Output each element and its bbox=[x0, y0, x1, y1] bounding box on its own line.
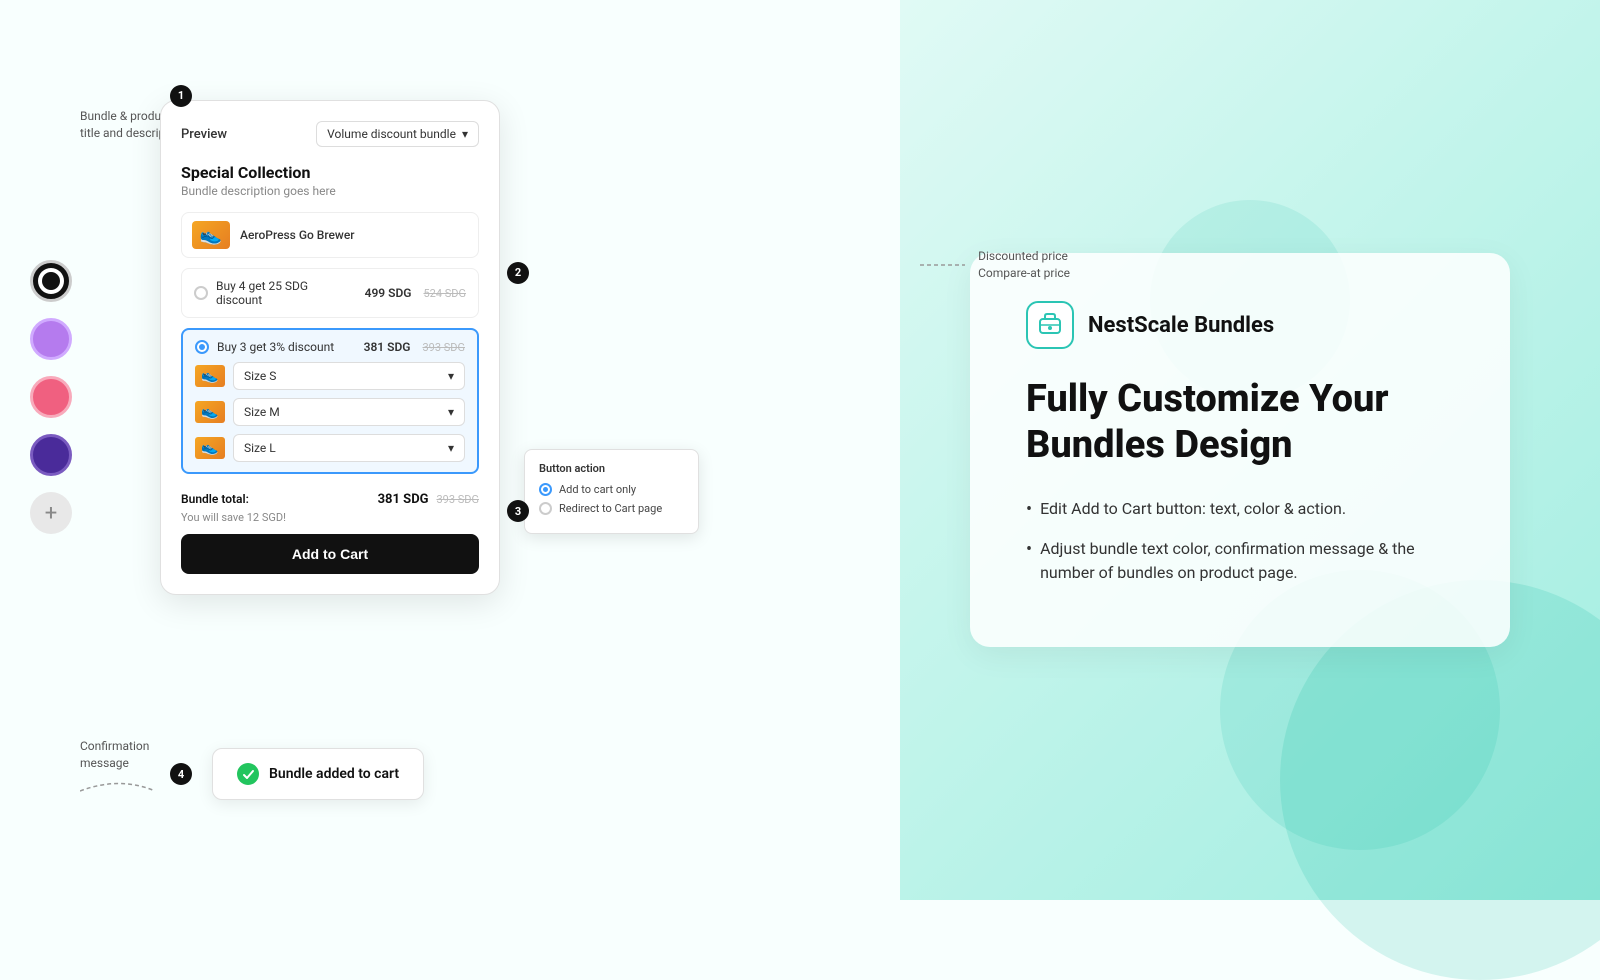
size-shoe-3: 👟 bbox=[195, 437, 225, 459]
bundle-total-price: 381 SDG bbox=[378, 492, 429, 507]
color-palette: + bbox=[30, 260, 72, 534]
add-color-button[interactable]: + bbox=[30, 492, 72, 534]
discount-option-1[interactable]: Buy 4 get 25 SDG discount 499 SDG 524 SD… bbox=[181, 268, 479, 318]
feature-list: Edit Add to Cart button: text, color & a… bbox=[1026, 497, 1454, 585]
preview-card: Preview Volume discount bundle ▾ Special… bbox=[160, 100, 500, 595]
annotation-4-label: Confirmationmessage bbox=[80, 738, 160, 810]
bundle-total-row: Bundle total: 381 SDG 393 SDG bbox=[181, 488, 479, 507]
info-card: NestScale Bundles Fully Customize Your B… bbox=[970, 253, 1510, 646]
feature-text-2: Adjust bundle text color, confirmation m… bbox=[1040, 537, 1454, 585]
left-section: + Bundle & producttitle and description … bbox=[0, 0, 880, 900]
chevron-down-icon-l: ▾ bbox=[448, 441, 454, 455]
size-label-1: Size S bbox=[244, 369, 276, 383]
button-action-popup: Button action Add to cart only Redirect … bbox=[524, 449, 699, 534]
preview-header: Preview Volume discount bundle ▾ bbox=[181, 121, 479, 147]
color-swatch-purple-dark[interactable] bbox=[30, 434, 72, 476]
popup-label-1: Add to cart only bbox=[559, 483, 636, 496]
preview-label: Preview bbox=[181, 127, 227, 142]
badge-1: 1 bbox=[170, 85, 192, 107]
size-shoe-1: 👟 bbox=[195, 365, 225, 387]
color-swatch-pink[interactable] bbox=[30, 376, 72, 418]
bundle-total-key: Bundle total: bbox=[181, 492, 249, 506]
size-dropdown-3[interactable]: Size L ▾ bbox=[233, 434, 465, 462]
feature-item-2: Adjust bundle text color, confirmation m… bbox=[1026, 537, 1454, 585]
discount-label-2: Buy 3 get 3% discount bbox=[217, 340, 356, 354]
size-row-2: 👟 Size M ▾ bbox=[195, 398, 465, 426]
color-swatch-black[interactable] bbox=[30, 260, 72, 302]
product-name: AeroPress Go Brewer bbox=[240, 228, 355, 242]
brand-row: NestScale Bundles bbox=[1026, 301, 1454, 349]
bundle-name: Special Collection bbox=[181, 163, 479, 182]
bundle-total-label: Bundle total: bbox=[181, 488, 249, 507]
confirmation-message: Bundle added to cart bbox=[212, 748, 424, 800]
size-row-1: 👟 Size S ▾ bbox=[195, 362, 465, 390]
bundle-total-prices: 381 SDG 393 SDG bbox=[378, 488, 479, 507]
badge-2: 2 bbox=[507, 262, 529, 284]
preview-area: 1 Preview Volume discount bundle ▾ Speci… bbox=[160, 100, 820, 595]
feature-item-1: Edit Add to Cart button: text, color & a… bbox=[1026, 497, 1454, 523]
chevron-down-icon: ▾ bbox=[462, 127, 468, 141]
price-original-2: 393 SDG bbox=[422, 341, 465, 354]
bundle-type-text: Volume discount bundle bbox=[327, 127, 456, 141]
popup-label-2: Redirect to Cart page bbox=[559, 502, 662, 515]
size-dropdown-2[interactable]: Size M ▾ bbox=[233, 398, 465, 426]
price-original-1: 524 SDG bbox=[423, 287, 466, 300]
popup-radio-2[interactable] bbox=[539, 502, 552, 515]
badge-4: 4 bbox=[170, 763, 192, 785]
popup-title: Button action bbox=[539, 462, 684, 475]
chevron-down-icon-m: ▾ bbox=[448, 405, 454, 419]
heading-line1: Fully Customize Your bbox=[1026, 377, 1389, 421]
popup-option-2[interactable]: Redirect to Cart page bbox=[539, 502, 684, 515]
annotation-badge-2-wrapper: 2 bbox=[507, 261, 529, 284]
annotation-4-line bbox=[80, 776, 160, 806]
product-image: 👟 bbox=[192, 221, 230, 249]
confirmation-text: Bundle added to cart bbox=[269, 766, 399, 782]
annotation-4-wrapper: Confirmationmessage 4 Bundle added to ca… bbox=[80, 738, 424, 810]
annotation-2-line bbox=[920, 255, 970, 275]
heading-line2: Bundles Design bbox=[1026, 423, 1293, 467]
badge-3: 3 bbox=[507, 500, 529, 522]
check-circle-icon bbox=[237, 763, 259, 785]
discount-option-2[interactable]: Buy 3 get 3% discount 381 SDG 393 SDG 👟 … bbox=[181, 328, 479, 474]
size-label-3: Size L bbox=[244, 441, 276, 455]
annotation-2-wrapper: Discounted priceCompare-at price bbox=[920, 248, 1070, 282]
size-row-3: 👟 Size L ▾ bbox=[195, 434, 465, 462]
feature-text-1: Edit Add to Cart button: text, color & a… bbox=[1040, 497, 1346, 521]
size-dropdown-1[interactable]: Size S ▾ bbox=[233, 362, 465, 390]
popup-radio-1[interactable] bbox=[539, 483, 552, 496]
annotation-2-label: Discounted priceCompare-at price bbox=[978, 248, 1070, 282]
price-current-1: 499 SDG bbox=[365, 286, 412, 300]
chevron-down-icon-s: ▾ bbox=[448, 369, 454, 383]
annotation-badge-1: 1 bbox=[170, 84, 192, 107]
price-current-2: 381 SDG bbox=[364, 340, 411, 354]
radio-option-1[interactable] bbox=[194, 286, 208, 300]
bundle-type-select[interactable]: Volume discount bundle ▾ bbox=[316, 121, 479, 147]
bundle-desc: Bundle description goes here bbox=[181, 184, 479, 198]
nestscale-logo-icon bbox=[1036, 311, 1064, 339]
checkmark-icon bbox=[242, 768, 255, 781]
size-shoe-2: 👟 bbox=[195, 401, 225, 423]
discount-label-1: Buy 4 get 25 SDG discount bbox=[216, 279, 357, 307]
radio-option-2[interactable] bbox=[195, 340, 209, 354]
info-heading: Fully Customize Your Bundles Design bbox=[1026, 377, 1454, 468]
annotation-badge-3-wrapper: 3 bbox=[507, 500, 529, 523]
right-section: NestScale Bundles Fully Customize Your B… bbox=[880, 0, 1600, 900]
size-label-2: Size M bbox=[244, 405, 280, 419]
save-text: You will save 12 SGD! bbox=[181, 511, 479, 524]
add-to-cart-button[interactable]: Add to Cart bbox=[181, 534, 479, 574]
brand-logo bbox=[1026, 301, 1074, 349]
color-swatch-purple-light[interactable] bbox=[30, 318, 72, 360]
brand-name: NestScale Bundles bbox=[1088, 313, 1274, 338]
product-item: 👟 AeroPress Go Brewer bbox=[181, 212, 479, 258]
bundle-total-original: 393 SDG bbox=[436, 493, 479, 506]
popup-option-1[interactable]: Add to cart only bbox=[539, 483, 684, 496]
